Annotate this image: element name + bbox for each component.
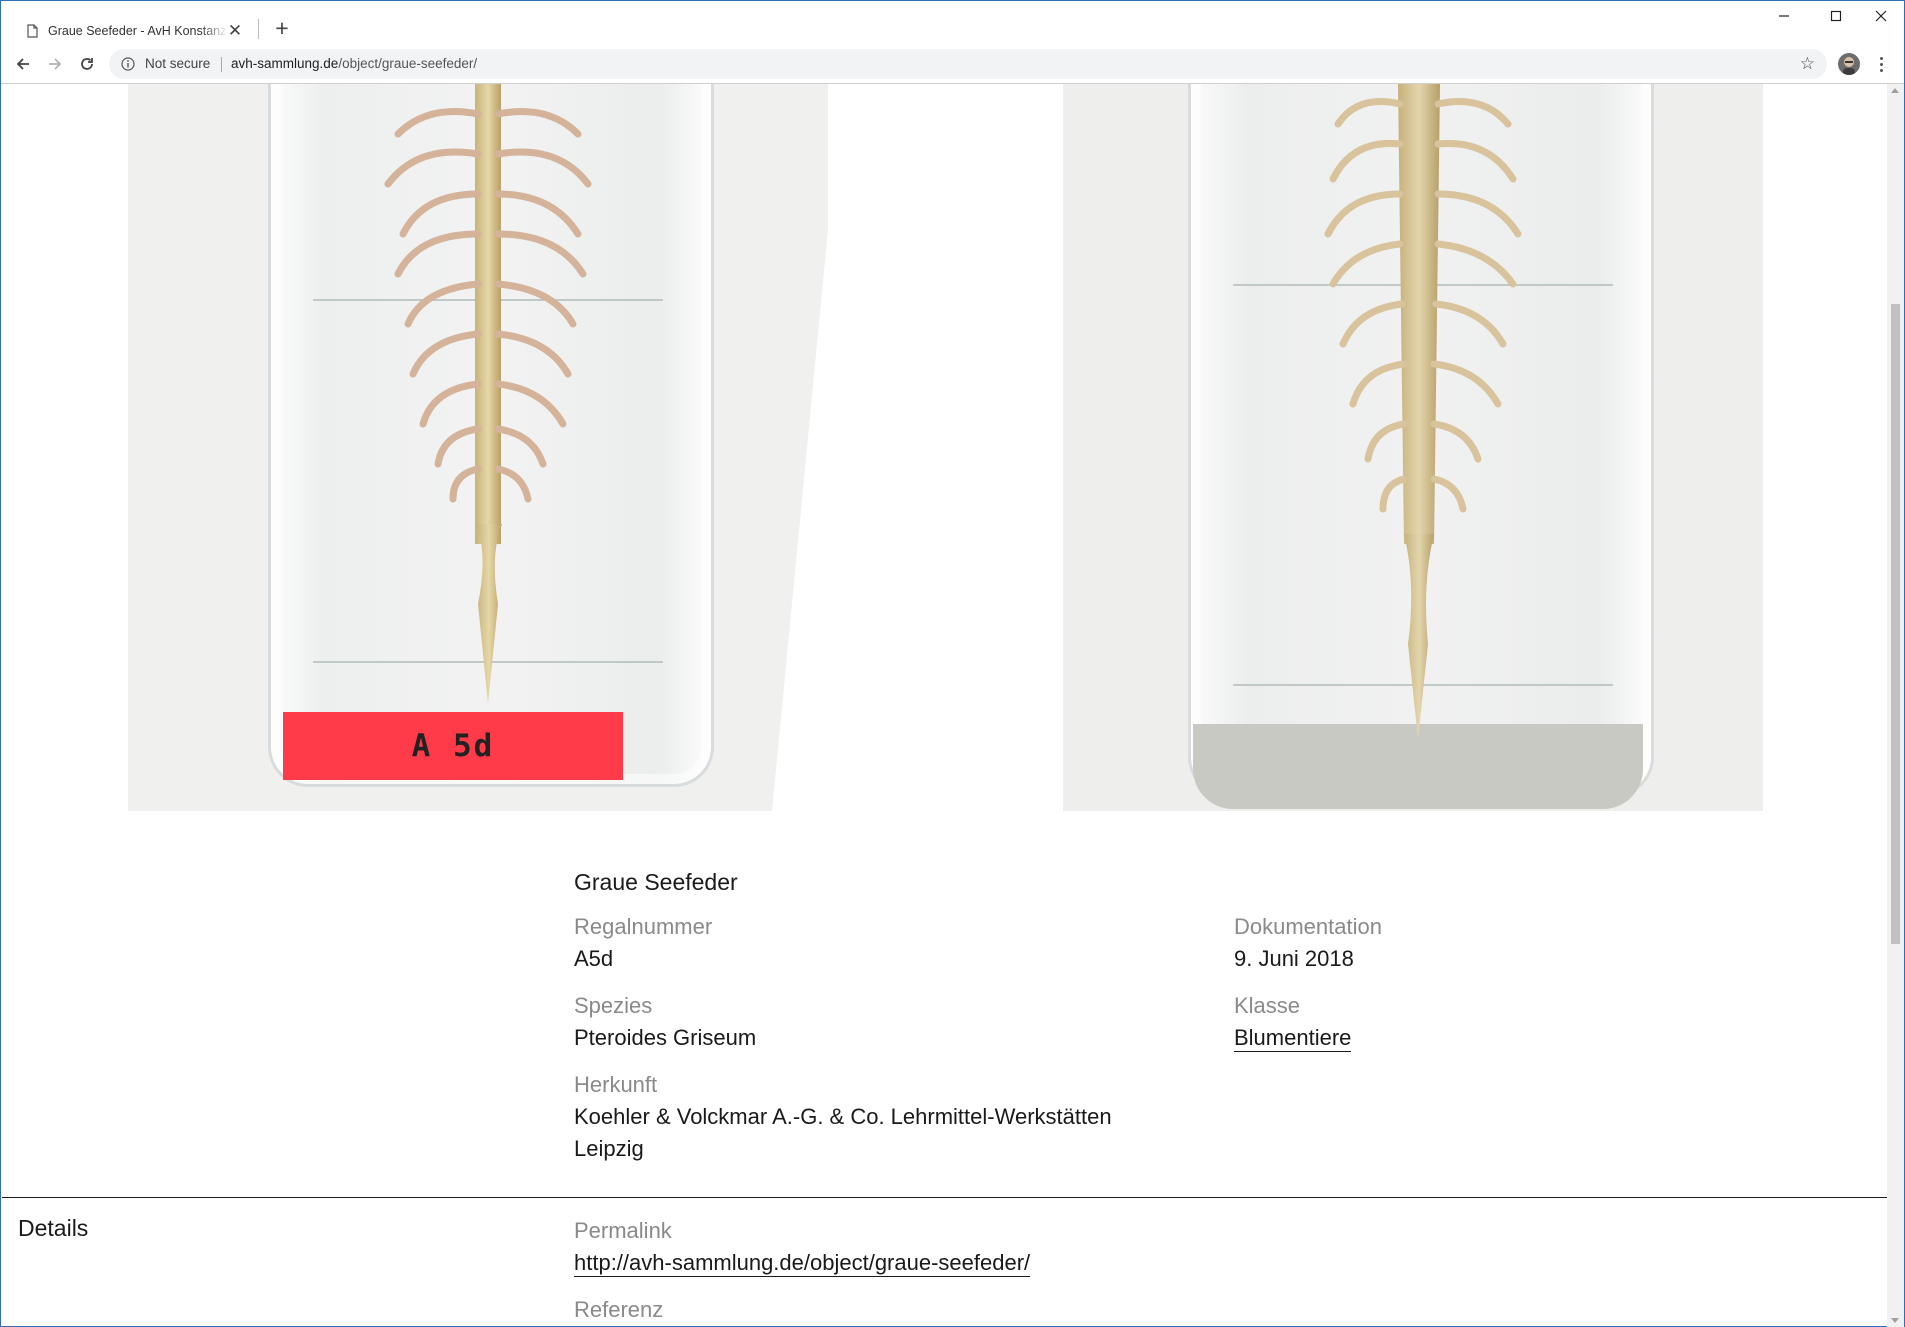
url-text[interactable]: avh-sammlung.de/object/graue-seefeder/ bbox=[231, 56, 477, 71]
referenz-label: Referenz bbox=[574, 1297, 664, 1322]
forward-arrow-icon[interactable] bbox=[41, 50, 69, 78]
doku-label: Dokumentation bbox=[1234, 914, 1382, 939]
close-window-icon[interactable] bbox=[1858, 1, 1904, 31]
omnibox-separator bbox=[221, 57, 222, 72]
security-status[interactable]: Not secure bbox=[145, 56, 210, 71]
permalink-link[interactable]: http://avh-sammlung.de/object/graue-seef… bbox=[574, 1250, 1031, 1277]
menu-kebab-icon[interactable] bbox=[1873, 52, 1889, 76]
spezies-field: Spezies Pteroides Griseum bbox=[574, 990, 756, 1054]
permalink-field: Permalink http://avh-sammlung.de/object/… bbox=[574, 1215, 1031, 1279]
shelf-number-label: A 5d bbox=[283, 712, 623, 780]
herkunft-label: Herkunft bbox=[574, 1072, 658, 1097]
scroll-down-icon[interactable] bbox=[1891, 1318, 1899, 1323]
new-tab-button[interactable]: + bbox=[269, 15, 295, 41]
regal-label: Regalnummer bbox=[574, 914, 713, 939]
browser-tab[interactable]: Graue Seefeder - AvH Konstanz Lehrmittel… bbox=[13, 11, 253, 51]
profile-avatar[interactable] bbox=[1838, 53, 1860, 75]
permalink-label: Permalink bbox=[574, 1218, 672, 1243]
klasse-field: Klasse Blumentiere bbox=[1234, 990, 1352, 1054]
herkunft-field: Herkunft Koehler & Volckmar A.-G. & Co. … bbox=[574, 1069, 1112, 1165]
details-heading: Details bbox=[18, 1215, 89, 1241]
address-bar[interactable]: Not secure avh-sammlung.de/object/graue-… bbox=[109, 49, 1827, 79]
tab-divider bbox=[258, 19, 259, 39]
url-path: /object/graue-seefeder/ bbox=[338, 56, 478, 71]
maximize-icon[interactable] bbox=[1813, 1, 1859, 31]
klasse-label: Klasse bbox=[1234, 993, 1301, 1018]
referenz-field: Referenz bbox=[574, 1294, 663, 1326]
doku-field: Dokumentation 9. Juni 2018 bbox=[1234, 911, 1382, 975]
sea-pen-specimen bbox=[384, 84, 592, 704]
doku-value: 9. Juni 2018 bbox=[1234, 946, 1354, 971]
regal-field: Regalnummer A5d bbox=[574, 911, 712, 975]
section-divider bbox=[2, 1197, 1887, 1198]
tab-title: Graue Seefeder - AvH Konstanz Lehrmittel… bbox=[48, 24, 228, 38]
page-scrollbar[interactable] bbox=[1887, 84, 1904, 1327]
regal-value: A5d bbox=[574, 946, 614, 971]
herkunft-value-line1: Koehler & Volckmar A.-G. & Co. Lehrmitte… bbox=[574, 1104, 1112, 1129]
url-host: avh-sammlung.de bbox=[231, 56, 339, 71]
spezies-label: Spezies bbox=[574, 993, 653, 1018]
back-arrow-icon[interactable] bbox=[9, 50, 37, 78]
object-title: Graue Seefeder bbox=[574, 869, 738, 895]
browser-toolbar: Not secure avh-sammlung.de/object/graue-… bbox=[1, 46, 1904, 84]
sea-pen-specimen bbox=[1324, 84, 1522, 739]
specimen-photo-front[interactable]: A 5d bbox=[128, 84, 828, 811]
herkunft-value-line2: Leipzig bbox=[574, 1136, 644, 1161]
specimen-photo-back[interactable] bbox=[1063, 84, 1763, 811]
scroll-thumb[interactable] bbox=[1891, 304, 1900, 944]
klasse-link[interactable]: Blumentiere bbox=[1234, 1025, 1352, 1052]
info-icon[interactable] bbox=[121, 57, 135, 71]
close-tab-icon[interactable]: ✕ bbox=[227, 21, 243, 40]
bookmark-star-icon[interactable]: ☆ bbox=[1800, 54, 1815, 74]
page-icon bbox=[27, 24, 38, 38]
minimize-icon[interactable] bbox=[1761, 1, 1807, 31]
spezies-value: Pteroides Griseum bbox=[574, 1025, 757, 1050]
tab-strip: Graue Seefeder - AvH Konstanz Lehrmittel… bbox=[1, 1, 1904, 51]
browser-window: Graue Seefeder - AvH Konstanz Lehrmittel… bbox=[0, 0, 1905, 1327]
reload-icon[interactable] bbox=[73, 50, 101, 78]
scroll-up-icon[interactable] bbox=[1891, 88, 1899, 93]
